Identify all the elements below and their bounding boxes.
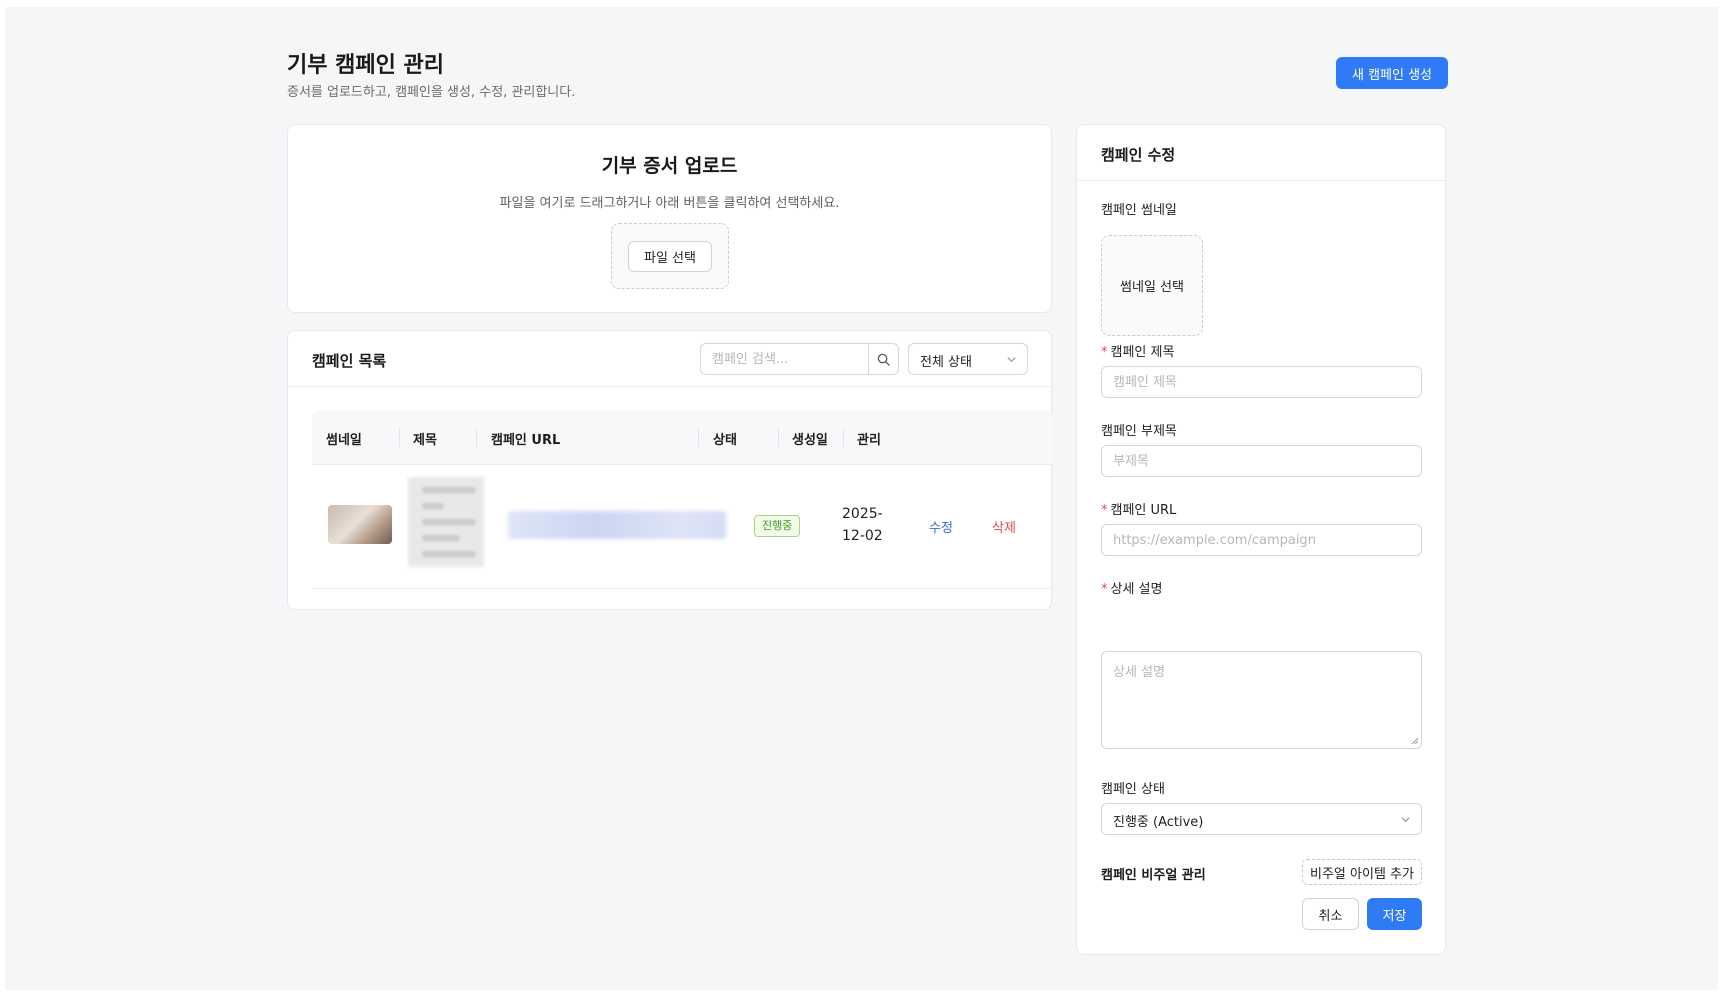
new-campaign-button[interactable]: 새 캠페인 생성: [1336, 57, 1448, 89]
search-button[interactable]: [868, 344, 898, 374]
search-icon: [877, 353, 890, 366]
search-input[interactable]: [701, 344, 869, 374]
upload-card: 기부 증서 업로드 파일을 여기로 드래그하거나 아래 버튼을 클릭하여 선택하…: [287, 124, 1052, 313]
save-button[interactable]: 저장: [1367, 898, 1422, 930]
status-badge: 진행중: [754, 515, 801, 537]
campaign-subtitle-label: 캠페인 부제목: [1101, 424, 1177, 439]
column-header-title: 제목: [413, 433, 437, 448]
campaign-title-label: * 캠페인 제목: [1101, 345, 1175, 360]
list-header: 캠페인 목록 전체 상태: [288, 331, 1051, 387]
column-divider: [698, 429, 699, 447]
page-subtitle: 증서를 업로드하고, 캠페인을 생성, 수정, 관리합니다.: [287, 85, 576, 100]
edit-link[interactable]: 수정: [929, 517, 953, 536]
status-filter-select[interactable]: 전체 상태: [908, 343, 1028, 375]
edit-panel-title: 캠페인 수정: [1101, 146, 1176, 164]
column-header-thumbnail: 썸네일: [326, 433, 362, 448]
table-row: 진행중 2025-12-02 수정 삭제: [312, 465, 1052, 589]
thumbnail-select-label: 썸네일 선택: [1120, 280, 1184, 295]
chevron-down-icon: [1401, 817, 1410, 823]
column-divider: [476, 429, 477, 447]
campaign-status-select[interactable]: 진행중 (Active): [1101, 803, 1422, 835]
search-box: [700, 343, 899, 375]
column-divider: [843, 429, 844, 447]
campaign-url-input[interactable]: [1101, 524, 1422, 556]
column-header-actions: 관리: [857, 433, 881, 448]
list-title: 캠페인 목록: [312, 352, 387, 370]
campaign-status-value: 진행중 (Active): [1113, 815, 1204, 830]
upload-description: 파일을 여기로 드래그하거나 아래 버튼을 클릭하여 선택하세요.: [499, 196, 840, 211]
app-frame: 기부 캠페인 관리 증서를 업로드하고, 캠페인을 생성, 수정, 관리합니다.…: [5, 7, 1718, 990]
file-select-button[interactable]: 파일 선택: [628, 241, 712, 272]
thumbnail-label: 캠페인 썸네일: [1101, 203, 1177, 218]
edit-panel-header: 캠페인 수정: [1077, 125, 1445, 181]
page-title: 기부 캠페인 관리: [287, 53, 444, 78]
column-divider: [778, 429, 779, 447]
created-date: 2025-12-02: [842, 506, 883, 544]
thumbnail-select-button[interactable]: 썸네일 선택: [1101, 235, 1203, 336]
add-visual-item-button[interactable]: 비주얼 아이템 추가: [1302, 859, 1422, 885]
upload-title: 기부 증서 업로드: [601, 155, 738, 177]
table-header: 썸네일 제목 캠페인 URL 상태 생성일 관리: [312, 411, 1052, 465]
campaign-url-redacted[interactable]: [508, 511, 726, 539]
visual-management-label: 캠페인 비주얼 관리: [1101, 868, 1206, 883]
campaign-list-card: 캠페인 목록 전체 상태 썸네일 제목: [287, 330, 1052, 610]
campaign-status-label: 캠페인 상태: [1101, 782, 1165, 797]
campaign-thumbnail-image: [328, 505, 392, 544]
campaign-url-label: * 캠페인 URL: [1101, 503, 1177, 518]
resize-handle-icon[interactable]: [1411, 737, 1419, 745]
edit-campaign-panel: 캠페인 수정 캠페인 썸네일 썸네일 선택 *캠페인 제목 캠페인 부제목 *캠…: [1076, 124, 1446, 955]
column-header-status: 상태: [713, 433, 737, 448]
chevron-down-icon: [1007, 357, 1016, 363]
column-header-created: 생성일: [792, 433, 828, 448]
column-divider: [399, 429, 400, 447]
delete-link[interactable]: 삭제: [992, 517, 1016, 536]
status-filter-value: 전체 상태: [920, 355, 972, 370]
column-header-url: 캠페인 URL: [491, 433, 561, 448]
campaign-title-input[interactable]: [1101, 366, 1422, 398]
cancel-button[interactable]: 취소: [1302, 898, 1359, 930]
description-textarea[interactable]: [1101, 651, 1422, 749]
campaign-subtitle-input[interactable]: [1101, 445, 1422, 477]
campaign-title-redacted: [408, 477, 484, 567]
upload-dropzone[interactable]: 파일 선택: [611, 223, 729, 289]
description-label: * 상세 설명: [1101, 582, 1163, 597]
